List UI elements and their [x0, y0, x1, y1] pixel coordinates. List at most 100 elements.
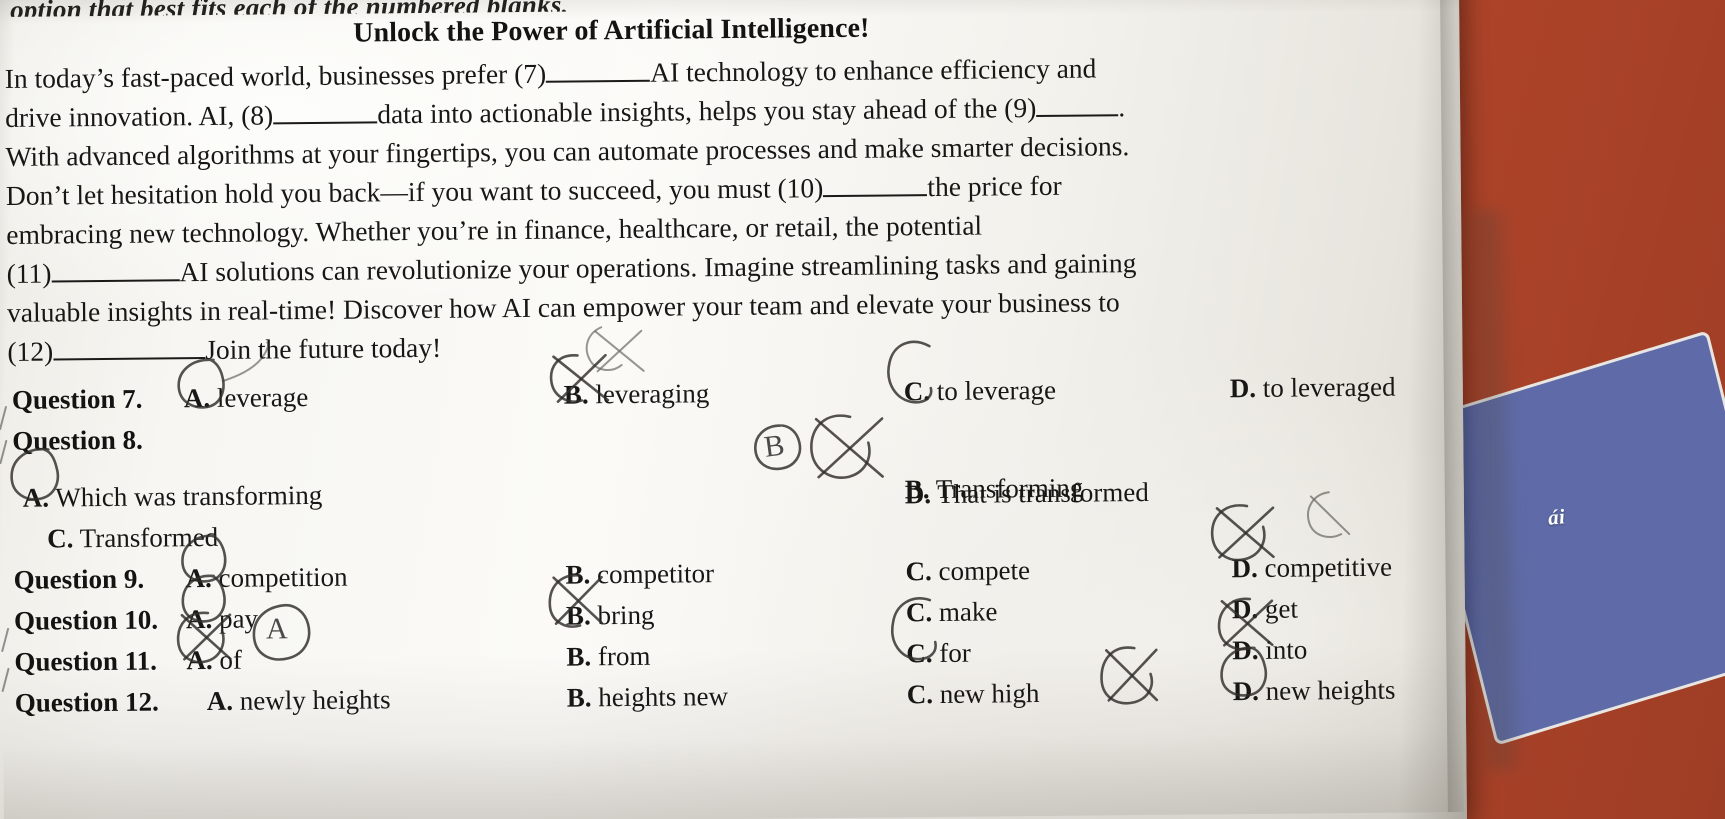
option-letter: D. [1231, 552, 1258, 584]
passage-text: the price for [927, 169, 1062, 203]
option-12-a[interactable]: A. newly heights [207, 684, 391, 717]
option-text: make [938, 596, 998, 628]
option-text: leveraging [595, 378, 710, 410]
option-9-b[interactable]: B. competitor [565, 558, 714, 590]
option-text: heights new [598, 681, 729, 713]
option-letter: D. [1229, 372, 1257, 404]
option-letter: A. [183, 382, 211, 414]
option-text: competitive [1264, 551, 1393, 583]
option-11-b[interactable]: B. from [566, 641, 650, 673]
option-text: Which was transforming [55, 479, 323, 513]
option-7-a[interactable]: A. leverage [184, 382, 309, 414]
option-12-b[interactable]: B. heights new [567, 681, 729, 714]
option-12-d[interactable]: D. new heights [1233, 675, 1396, 708]
option-text: bring [597, 599, 655, 631]
question-label: Question 9. [13, 563, 145, 595]
option-8-c[interactable]: C. Transformed [47, 522, 218, 555]
option-text: competitor [596, 558, 715, 590]
passage-text: drive innovation. AI, (8) [5, 99, 274, 133]
passage-text: (12) [7, 335, 54, 367]
option-10-b[interactable]: B. bring [566, 600, 655, 632]
option-letter: A. [185, 562, 212, 594]
option-11-a[interactable]: A. of [186, 645, 242, 677]
option-letter: C. [905, 597, 933, 628]
option-text: from [597, 640, 651, 672]
option-letter: C. [906, 638, 933, 669]
passage-text: (11) [6, 257, 52, 289]
option-letter: D. [1232, 675, 1260, 707]
blank-12[interactable] [53, 357, 206, 361]
passage-text: AI technology to enhance efficiency and [650, 52, 1097, 88]
option-letter: C. [47, 523, 74, 554]
blank-11[interactable] [51, 279, 180, 283]
passage-text: . [1118, 91, 1126, 123]
option-letter: B. [565, 600, 591, 631]
option-letter: D. [1232, 634, 1259, 666]
option-letter: A. [206, 685, 234, 717]
option-8-d[interactable]: D. That is transformed [905, 477, 1149, 510]
option-letter: B. [566, 641, 592, 672]
option-letter: C. [905, 556, 932, 587]
option-11-c[interactable]: C. for [906, 638, 971, 670]
option-letter: A. [22, 482, 50, 513]
option-text: new heights [1265, 674, 1396, 706]
blank-8[interactable] [273, 121, 378, 125]
option-letter: C. [903, 376, 931, 407]
question-label: Question 12. [14, 686, 159, 718]
question-list: Question 7. A. leverage B. leveraging C.… [8, 371, 1451, 729]
option-text: into [1265, 634, 1308, 665]
option-letter: A. [185, 603, 213, 635]
passage-text: data into actionable insights, helps you… [377, 92, 1037, 130]
option-text: leverage [216, 382, 309, 413]
passage-text: valuable insights in real-time! Discover… [6, 286, 1120, 328]
blank-7[interactable] [546, 79, 651, 83]
option-text: That is transformed [937, 476, 1149, 510]
option-11-d[interactable]: D. into [1232, 634, 1307, 666]
passage-text: In today’s fast-paced world, businesses … [4, 57, 547, 94]
photo-of-worksheet: ái option that best fits each of the num… [0, 0, 1725, 819]
option-text: to leverage [936, 374, 1057, 407]
passage-title: Unlock the Power of Artificial Intellige… [353, 12, 870, 49]
worksheet-content: option that best fits each of the number… [0, 0, 1464, 819]
blank-10[interactable] [823, 194, 928, 198]
option-letter: B. [563, 379, 589, 410]
question-label: Question 7. [11, 383, 143, 415]
option-letter: B. [565, 559, 591, 590]
book-cover-logo: ái [1546, 504, 1567, 530]
passage-text: Don’t let hesitation hold you back—if yo… [5, 172, 824, 211]
question-label: Question 8. [12, 424, 143, 456]
passage-body: In today’s fast-paced world, businesses … [5, 45, 1428, 371]
option-text: Transformed [79, 521, 219, 554]
option-text: new high [939, 678, 1040, 709]
option-letter: A. [186, 644, 213, 676]
option-letter: D. [1231, 593, 1259, 625]
option-8-a[interactable]: A. Which was transforming [23, 480, 323, 514]
option-9-c[interactable]: C. compete [905, 555, 1030, 587]
option-text: for [939, 637, 971, 669]
question-label: Question 10. [13, 604, 159, 636]
option-letter: B. [566, 682, 592, 713]
option-letter: C. [906, 679, 934, 710]
passage-text: AI solutions can revolutionize your oper… [179, 247, 1137, 288]
option-10-a[interactable]: A. pay [186, 604, 258, 636]
blank-9[interactable] [1036, 114, 1119, 118]
option-text: pay [218, 603, 259, 634]
passage-text: Join the future today! [205, 331, 442, 366]
option-9-d[interactable]: D. competitive [1231, 552, 1392, 585]
paper-bottom-shade [3, 731, 1464, 819]
option-7-c[interactable]: C. to leverage [904, 375, 1056, 407]
option-10-d[interactable]: D. get [1232, 594, 1298, 626]
option-10-c[interactable]: C. make [906, 596, 998, 628]
option-text: to leveraged [1262, 371, 1396, 403]
option-text: competition [218, 561, 348, 593]
option-text: of [219, 644, 243, 675]
passage-text: embracing new technology. Whether you’re… [6, 209, 983, 250]
question-label: Question 11. [14, 645, 158, 677]
option-7-d[interactable]: D. to leveraged [1230, 372, 1396, 405]
option-letter: D. [904, 479, 932, 510]
option-12-c[interactable]: C. new high [907, 678, 1040, 710]
option-text: get [1264, 593, 1299, 624]
option-7-b[interactable]: B. leveraging [564, 378, 710, 410]
option-9-a[interactable]: A. competition [185, 562, 347, 595]
passage-text: With advanced algorithms at your fingert… [5, 130, 1130, 172]
